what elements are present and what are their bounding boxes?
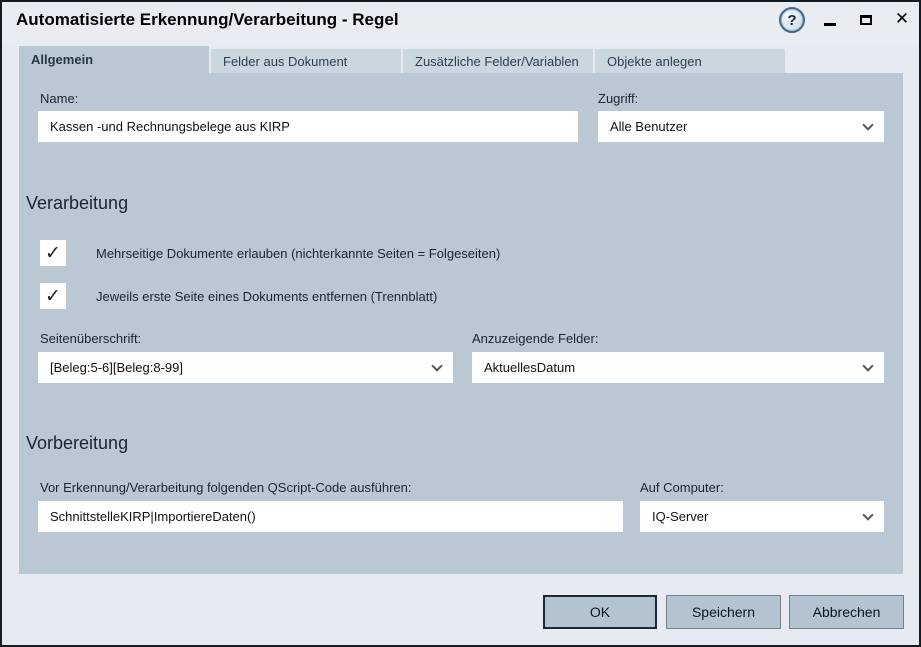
checkmark-icon: ✓ [45, 285, 61, 308]
auf-computer-dropdown[interactable]: IQ-Server [640, 501, 884, 532]
maximize-icon [860, 15, 872, 25]
zugriff-value: Alle Benutzer [610, 119, 687, 134]
help-icon[interactable]: ? [779, 7, 805, 33]
multipage-checkbox[interactable]: ✓ [40, 240, 66, 266]
firstpage-checkbox-label: Jeweils erste Seite eines Dokuments entf… [96, 289, 437, 304]
chevron-down-icon [431, 360, 442, 371]
speichern-button-label: Speichern [692, 604, 755, 620]
dialog-title: Automatisierte Erkennung/Verarbeitung - … [16, 10, 399, 30]
multipage-checkbox-label: Mehrseitige Dokumente erlauben (nichterk… [96, 246, 500, 261]
seitenueberschrift-dropdown[interactable]: [Beleg:5-6][Beleg:8-99] [38, 352, 453, 383]
tab-label: Objekte anlegen [607, 54, 702, 69]
vorbereitung-heading: Vorbereitung [26, 433, 128, 454]
tab-allgemein[interactable]: Allgemein [19, 46, 209, 73]
tab-label: Allgemein [31, 52, 93, 67]
firstpage-checkbox[interactable]: ✓ [40, 283, 66, 309]
minimize-icon [824, 23, 836, 26]
tab-page-allgemein: Name: Zugriff: Alle Benutzer Verarbeitun… [19, 73, 903, 574]
chevron-down-icon [862, 509, 873, 520]
help-glyph: ? [787, 12, 796, 29]
dialog-window: Automatisierte Erkennung/Verarbeitung - … [0, 0, 921, 647]
ok-button[interactable]: OK [543, 595, 657, 629]
verarbeitung-heading: Verarbeitung [26, 193, 128, 214]
anzuzeigende-felder-value: AktuellesDatum [484, 360, 575, 375]
close-icon: ✕ [895, 9, 909, 29]
tab-zusaetzliche-felder-variablen[interactable]: Zusätzliche Felder/Variablen [403, 49, 593, 73]
name-input[interactable] [38, 111, 578, 142]
qscript-input[interactable] [38, 501, 623, 532]
tab-label: Zusätzliche Felder/Variablen [415, 54, 579, 69]
anzuzeigende-felder-label: Anzuzeigende Felder: [472, 331, 598, 346]
chevron-down-icon [862, 119, 873, 130]
auf-computer-label: Auf Computer: [640, 480, 724, 495]
abbrechen-button[interactable]: Abbrechen [789, 595, 904, 629]
ok-button-label: OK [590, 604, 610, 620]
chevron-down-icon [862, 360, 873, 371]
abbrechen-button-label: Abbrechen [813, 604, 881, 620]
auf-computer-value: IQ-Server [652, 509, 708, 524]
tab-label: Felder aus Dokument [223, 54, 347, 69]
multipage-check-row: ✓ Mehrseitige Dokumente erlauben (nichte… [40, 240, 500, 266]
zugriff-dropdown[interactable]: Alle Benutzer [598, 111, 884, 142]
tab-strip: Allgemein Felder aus Dokument Zusätzlich… [19, 46, 785, 73]
firstpage-check-row: ✓ Jeweils erste Seite eines Dokuments en… [40, 283, 437, 309]
name-label: Name: [40, 91, 78, 106]
tab-felder-aus-dokument[interactable]: Felder aus Dokument [211, 49, 401, 73]
seitenueberschrift-value: [Beleg:5-6][Beleg:8-99] [50, 360, 183, 375]
maximize-button[interactable] [856, 10, 876, 30]
seitenueberschrift-label: Seitenüberschrift: [40, 331, 141, 346]
anzuzeigende-felder-dropdown[interactable]: AktuellesDatum [472, 352, 884, 383]
speichern-button[interactable]: Speichern [666, 595, 781, 629]
zugriff-label: Zugriff: [598, 91, 638, 106]
qscript-label: Vor Erkennung/Verarbeitung folgenden QSc… [40, 480, 411, 495]
checkmark-icon: ✓ [45, 242, 61, 265]
minimize-button[interactable] [820, 10, 840, 30]
tab-objekte-anlegen[interactable]: Objekte anlegen [595, 49, 785, 73]
close-button[interactable]: ✕ [891, 8, 913, 30]
title-bar: Automatisierte Erkennung/Verarbeitung - … [2, 2, 919, 46]
